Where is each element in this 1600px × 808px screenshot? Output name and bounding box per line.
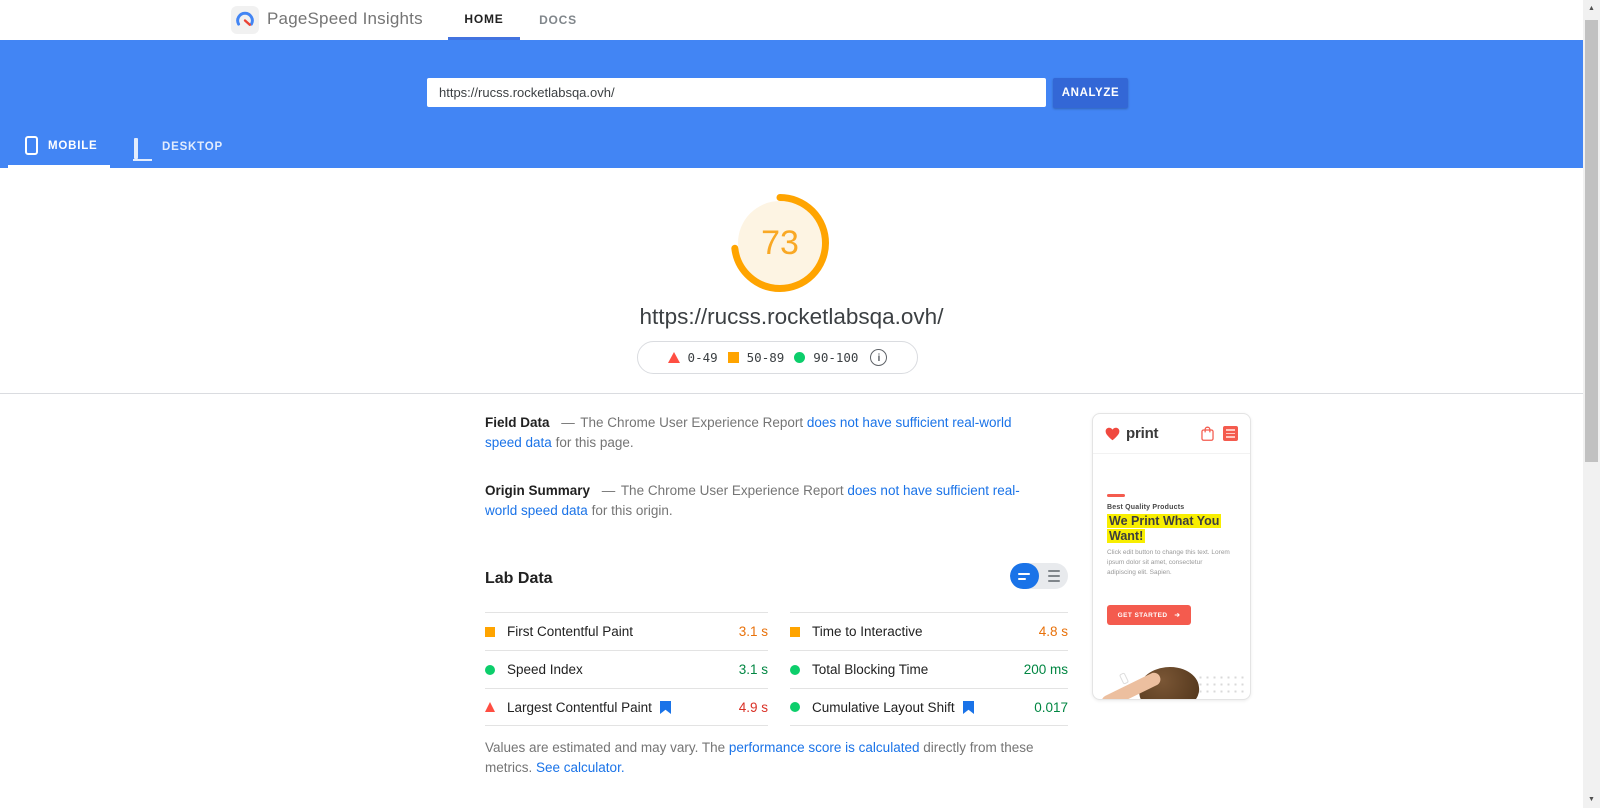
estimate-note: Values are estimated and may vary. The p… xyxy=(485,738,1035,778)
origin-summary-title: Origin Summary xyxy=(485,483,590,498)
url-input[interactable] xyxy=(427,78,1046,107)
lab-data-view-toggle xyxy=(1010,563,1068,589)
fast-circle-icon xyxy=(485,665,495,675)
note-text: Values are estimated and may vary. The xyxy=(485,740,729,755)
field-data-prefix: The Chrome User Experience Report xyxy=(580,415,807,430)
metric-value: 0.017 xyxy=(1034,700,1068,715)
metric-value: 3.1 s xyxy=(739,624,768,639)
pagespeed-insights-app: PageSpeed Insights HOME DOCS ANALYZE MOB… xyxy=(0,0,1600,808)
info-icon[interactable]: i xyxy=(870,349,887,366)
legend-range-average: 50-89 xyxy=(728,350,785,365)
dot-pattern xyxy=(1197,674,1245,696)
metric-total-blocking-time: Total Blocking Time 200 ms xyxy=(790,650,1068,688)
preview-accent-dash xyxy=(1107,494,1125,497)
metric-speed-index: Speed Index 3.1 s xyxy=(485,650,768,688)
phone-icon xyxy=(25,136,38,155)
section-divider xyxy=(0,393,1583,394)
metric-largest-contentful-paint: Largest Contentful Paint 4.9 s xyxy=(485,688,768,726)
tab-desktop-label: DESKTOP xyxy=(162,141,223,153)
fast-circle-icon xyxy=(790,665,800,675)
average-square-icon xyxy=(485,627,495,637)
lab-metrics-table: First Contentful Paint 3.1 s Time to Int… xyxy=(485,612,1068,726)
performance-score-gauge: 73 xyxy=(730,193,830,293)
heart-logo-icon xyxy=(1105,427,1120,441)
bookmark-icon xyxy=(963,701,974,714)
score-value: 73 xyxy=(730,193,830,293)
orange-square-icon xyxy=(728,352,739,363)
metric-name: First Contentful Paint xyxy=(507,624,633,639)
search-banner: ANALYZE MOBILE DESKTOP xyxy=(0,40,1600,168)
field-data-block: Field Data — The Chrome User Experience … xyxy=(485,413,1045,453)
preview-photo xyxy=(1093,639,1250,699)
see-calculator-link[interactable]: See calculator. xyxy=(536,760,625,775)
arrow-right-icon: ➔ xyxy=(1174,611,1180,619)
slow-triangle-icon xyxy=(485,702,495,712)
analyze-button[interactable]: ANALYZE xyxy=(1053,78,1128,108)
average-square-icon xyxy=(790,627,800,637)
dash: — xyxy=(561,415,575,430)
origin-summary-prefix: The Chrome User Experience Report xyxy=(621,483,848,498)
preview-site-header: print xyxy=(1093,414,1250,454)
origin-summary-block: Origin Summary — The Chrome User Experie… xyxy=(485,481,1045,521)
metric-name: Total Blocking Time xyxy=(812,662,928,677)
preview-site-logo: print xyxy=(1126,425,1158,442)
shopping-bag-icon xyxy=(1201,426,1214,441)
metric-value: 4.9 s xyxy=(739,700,768,715)
page-screenshot-preview: print Best Quality Products We Print Wha… xyxy=(1092,413,1251,700)
list-view-button[interactable] xyxy=(1039,563,1068,589)
tab-desktop[interactable]: DESKTOP xyxy=(126,126,236,168)
preview-headline: We Print What You Want! xyxy=(1107,514,1235,544)
pagespeed-logo xyxy=(231,6,259,34)
sort-icon xyxy=(1018,573,1030,575)
preview-cta-button: GET STARTED ➔ xyxy=(1107,605,1191,625)
performance-score-link[interactable]: performance score is calculated xyxy=(729,740,920,755)
app-title: PageSpeed Insights xyxy=(267,9,423,29)
preview-tagline: Best Quality Products xyxy=(1107,504,1184,511)
menu-icon xyxy=(1223,426,1238,441)
metric-first-contentful-paint: First Contentful Paint 3.1 s xyxy=(485,612,768,650)
lab-data-title: Lab Data xyxy=(485,570,553,588)
metric-value: 3.1 s xyxy=(739,662,768,677)
origin-summary-suffix: for this origin. xyxy=(588,503,673,518)
scrollbar-thumb[interactable] xyxy=(1585,20,1598,462)
legend-label-average: 50-89 xyxy=(747,350,785,365)
metric-value: 4.8 s xyxy=(1039,624,1068,639)
green-circle-icon xyxy=(794,352,805,363)
red-triangle-icon xyxy=(668,352,680,363)
bookmark-icon xyxy=(660,701,671,714)
dash: — xyxy=(602,483,616,498)
analyzed-url: https://rucss.rocketlabsqa.ovh/ xyxy=(0,304,1583,330)
tab-docs[interactable]: DOCS xyxy=(528,0,588,40)
laptop-icon xyxy=(133,140,152,154)
legend-label-fast: 90-100 xyxy=(813,350,858,365)
metric-time-to-interactive: Time to Interactive 4.8 s xyxy=(790,612,1068,650)
metric-name: Speed Index xyxy=(507,662,583,677)
speedometer-icon xyxy=(234,9,256,31)
vertical-scrollbar[interactable]: ▲ ▼ xyxy=(1583,0,1600,808)
field-data-suffix: for this page. xyxy=(552,435,634,450)
score-legend: 0-49 50-89 90-100 i xyxy=(637,341,918,374)
legend-range-fast: 90-100 xyxy=(794,350,858,365)
list-icon xyxy=(1048,570,1060,572)
tab-mobile[interactable]: MOBILE xyxy=(8,126,110,168)
compact-view-button[interactable] xyxy=(1010,563,1039,589)
tab-mobile-label: MOBILE xyxy=(48,140,98,152)
tab-home[interactable]: HOME xyxy=(448,0,520,40)
scroll-down-arrow[interactable]: ▼ xyxy=(1583,791,1600,808)
fast-circle-icon xyxy=(790,702,800,712)
metric-cumulative-layout-shift: Cumulative Layout Shift 0.017 xyxy=(790,688,1068,726)
metric-name: Cumulative Layout Shift xyxy=(812,700,955,715)
preview-body-text: Click edit button to change this text. L… xyxy=(1107,548,1233,578)
legend-range-slow: 0-49 xyxy=(668,350,718,365)
field-data-title: Field Data xyxy=(485,415,550,430)
metric-name: Time to Interactive xyxy=(812,624,923,639)
legend-label-slow: 0-49 xyxy=(688,350,718,365)
top-header: PageSpeed Insights HOME DOCS xyxy=(0,0,1600,40)
metric-name: Largest Contentful Paint xyxy=(507,700,652,715)
scroll-up-arrow[interactable]: ▲ xyxy=(1583,0,1600,17)
metric-value: 200 ms xyxy=(1024,662,1068,677)
watch xyxy=(1119,672,1129,685)
